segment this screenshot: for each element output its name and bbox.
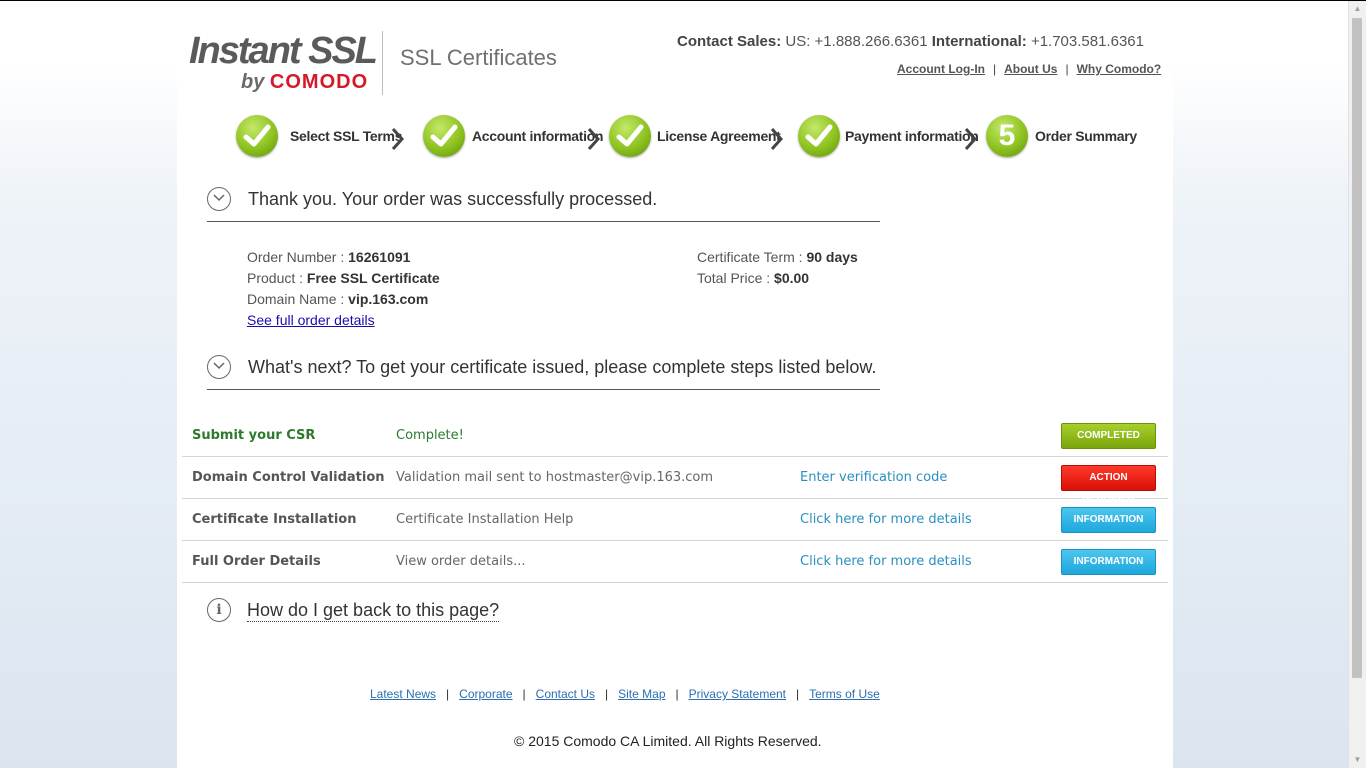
information-badge[interactable]: INFORMATION: [1061, 507, 1156, 533]
account-login-link[interactable]: Account Log-In: [897, 62, 985, 76]
scroll-up-icon[interactable]: ▲: [1349, 1, 1366, 17]
contact-sales: Contact Sales: US: +1.888.266.6361 Inter…: [677, 33, 1144, 50]
step-label-payment-information: Payment information: [845, 128, 979, 144]
tasks-table: Submit your CSR Complete! COMPLETED Doma…: [182, 415, 1168, 583]
contact-us-phone: US: +1.888.266.6361: [785, 33, 928, 50]
contact-label: Contact Sales:: [677, 33, 782, 50]
step-label-order-summary: Order Summary: [1035, 128, 1137, 144]
action-required-badge[interactable]: ACTION REQUIRED: [1061, 465, 1156, 507]
check-icon: [236, 115, 278, 157]
more-details-link[interactable]: Click here for more details: [800, 512, 972, 527]
step-label-license-agreement: License Agreement: [657, 128, 781, 144]
total-price: Total Price : $0.00: [697, 270, 809, 286]
step-number-icon: 5: [986, 115, 1028, 157]
latest-news-link[interactable]: Latest News: [370, 687, 436, 701]
instantssl-logo[interactable]: Instant SSL by COMODO: [189, 28, 379, 98]
corporate-link[interactable]: Corporate: [459, 687, 512, 701]
check-icon: [798, 115, 840, 157]
whats-next-title: What's next? To get your certificate iss…: [248, 357, 877, 377]
logo-byline: by COMODO: [241, 71, 368, 94]
task-name: Certificate Installation: [192, 512, 357, 527]
enter-verification-code-link[interactable]: Enter verification code: [800, 470, 947, 485]
more-details-link[interactable]: Click here for more details: [800, 554, 972, 569]
chevron-right-icon: [964, 127, 978, 151]
see-full-order-details-link[interactable]: See full order details: [247, 312, 375, 328]
separator: |: [522, 687, 526, 701]
table-row-certificate-installation: Certificate Installation Certificate Ins…: [182, 499, 1168, 541]
domain-value: vip.163.com: [348, 291, 429, 307]
product: Product : Free SSL Certificate: [247, 270, 440, 286]
separator: |: [796, 687, 800, 701]
product-value: Free SSL Certificate: [306, 270, 440, 286]
contact-intl-phone: +1.703.581.6361: [1030, 33, 1144, 50]
term-value: 90 days: [806, 249, 858, 265]
contact-intl-label: International:: [931, 33, 1027, 50]
task-status: View order details...: [396, 554, 526, 569]
chevron-right-icon: [770, 127, 784, 151]
certificate-term: Certificate Term : 90 days: [697, 249, 858, 265]
chevron-down-circle-icon[interactable]: [207, 187, 231, 211]
logo-main-text: Instant SSL: [189, 30, 378, 72]
logo-subtitle: SSL Certificates: [400, 45, 557, 70]
order-number: Order Number : 16261091: [247, 249, 410, 265]
price-label: Total Price :: [697, 270, 771, 286]
progress-steps: Select SSL Terms Account information Lic…: [0, 115, 1366, 163]
site-map-link[interactable]: Site Map: [618, 687, 665, 701]
task-name: Full Order Details: [192, 554, 321, 569]
header-links: Account Log-In | About Us | Why Comodo?: [897, 62, 1161, 76]
vertical-scrollbar[interactable]: ▲ ▼: [1348, 1, 1366, 768]
order-number-value: 16261091: [348, 249, 411, 265]
terms-of-use-link[interactable]: Terms of Use: [809, 687, 880, 701]
step-label-select-ssl-terms: Select SSL Terms: [290, 128, 403, 144]
separator: |: [675, 687, 679, 701]
table-row-domain-control-validation: Domain Control Validation Validation mai…: [182, 457, 1168, 507]
whats-next-section-header: What's next? To get your certificate iss…: [207, 355, 880, 390]
domain-label: Domain Name :: [247, 291, 345, 307]
how-to-get-back-link[interactable]: How do I get back to this page?: [247, 600, 500, 622]
product-label: Product :: [247, 270, 304, 286]
order-number-label: Order Number :: [247, 249, 345, 265]
check-icon: [609, 115, 651, 157]
table-row-submit-csr: Submit your CSR Complete! COMPLETED: [182, 415, 1168, 457]
term-label: Certificate Term :: [697, 249, 803, 265]
contact-us-link[interactable]: Contact Us: [536, 687, 595, 701]
step-label-account-information: Account information: [472, 128, 604, 144]
footer-links: Latest News | Corporate | Contact Us | Site Ma…: [370, 687, 880, 701]
separator: |: [605, 687, 609, 701]
chevron-down-circle-icon[interactable]: [207, 355, 231, 379]
task-status: Complete!: [396, 428, 464, 443]
scrollbar-thumb[interactable]: [1352, 18, 1362, 678]
why-comodo-link[interactable]: Why Comodo?: [1077, 62, 1162, 76]
chevron-right-icon: [587, 127, 601, 151]
thankyou-title: Thank you. Your order was successfully p…: [248, 189, 658, 209]
separator: |: [446, 687, 450, 701]
completed-badge[interactable]: COMPLETED: [1061, 423, 1156, 449]
task-name: Submit your CSR: [192, 428, 316, 443]
privacy-statement-link[interactable]: Privacy Statement: [689, 687, 786, 701]
info-icon: i: [207, 598, 231, 622]
domain-name: Domain Name : vip.163.com: [247, 291, 428, 307]
about-us-link[interactable]: About Us: [1004, 62, 1057, 76]
chevron-right-icon: [391, 127, 405, 151]
logo-by-text: by: [241, 71, 265, 93]
thankyou-section-header: Thank you. Your order was successfully p…: [207, 187, 880, 222]
separator: |: [992, 62, 997, 76]
scroll-down-icon[interactable]: ▼: [1349, 752, 1366, 768]
information-badge[interactable]: INFORMATION: [1061, 549, 1156, 575]
task-name: Domain Control Validation: [192, 470, 385, 485]
price-value: $0.00: [774, 270, 810, 286]
task-status: Validation mail sent to hostmaster@vip.1…: [396, 470, 714, 485]
logo-brand-text: COMODO: [269, 71, 369, 93]
separator: |: [1065, 62, 1069, 76]
copyright: © 2015 Comodo CA Limited. All Rights Res…: [514, 733, 822, 749]
logo-divider: [382, 31, 383, 95]
table-row-full-order-details: Full Order Details View order details...…: [182, 541, 1168, 583]
check-icon: [423, 115, 465, 157]
task-status: Certificate Installation Help: [396, 512, 574, 527]
